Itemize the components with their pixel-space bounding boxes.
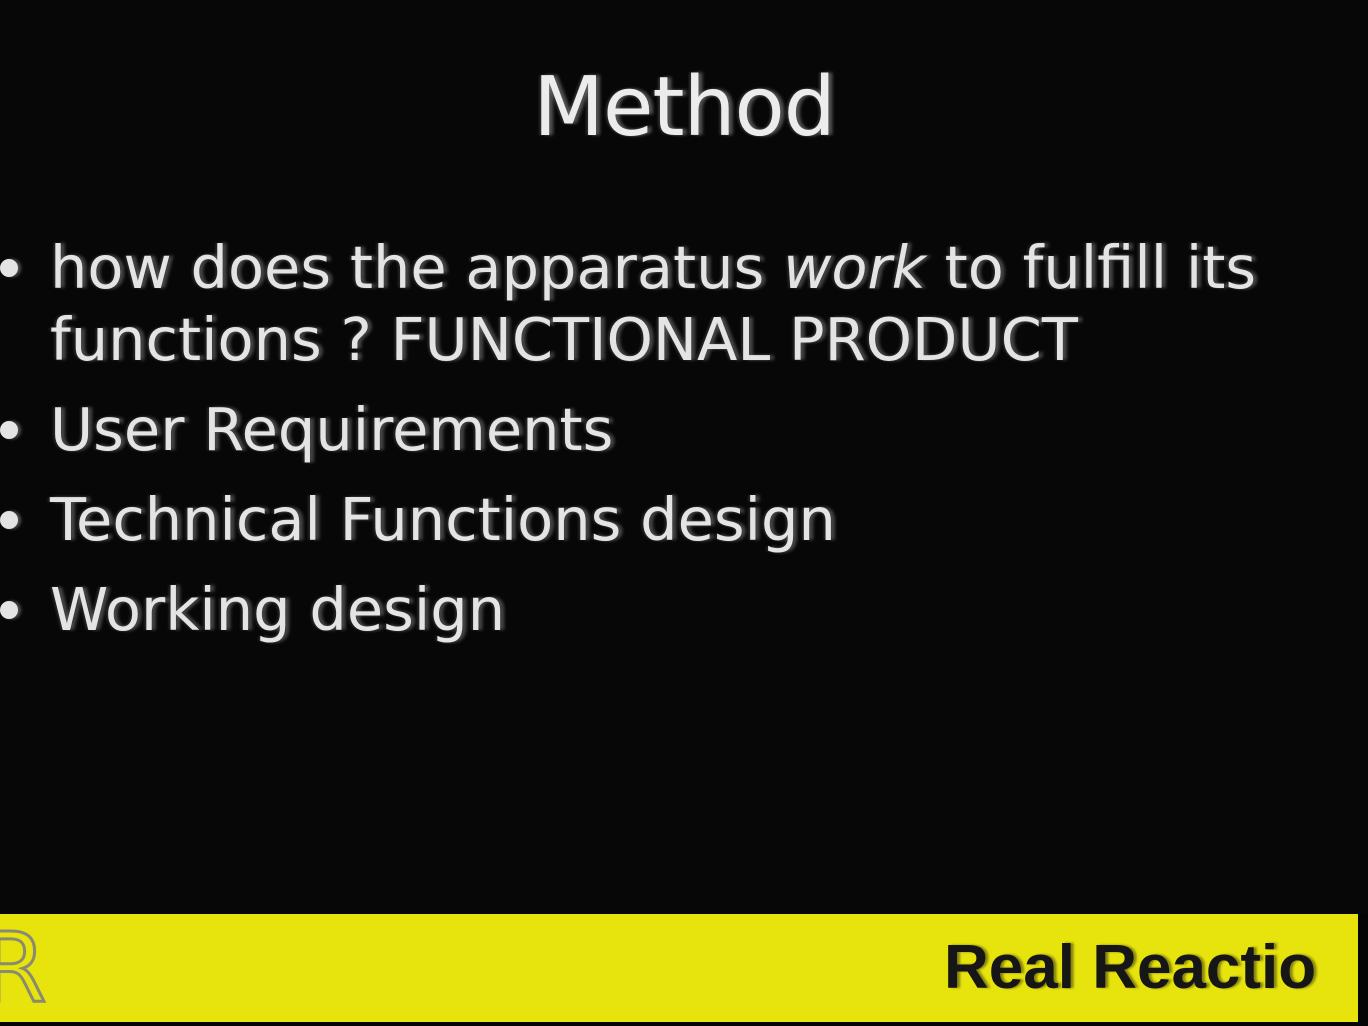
bullet-text: Technical Functions design (50, 485, 836, 554)
bullet-text: Working design (50, 575, 506, 644)
footer-text: Real Reactio (944, 933, 1317, 1002)
bullet-dot-icon (0, 259, 18, 277)
bullet-item: User Requirements (0, 394, 1340, 466)
bullet-item: Technical Functions design (0, 484, 1340, 556)
bullet-dot-icon (0, 421, 18, 439)
footer-banner: R Real Reactio (0, 914, 1358, 1022)
footer-logo-letter: R (0, 914, 48, 1022)
bullet-text: User Requirements (50, 395, 614, 464)
bullet-item: Working design (0, 574, 1340, 646)
bullet-item: how does the apparatus work to fulfill i… (0, 232, 1340, 376)
slide-title: Method (533, 60, 836, 155)
bottom-edge (0, 1022, 1368, 1026)
bullet-dot-icon (0, 601, 18, 619)
slide: Method how does the apparatus work to fu… (0, 0, 1368, 1026)
right-edge (1358, 914, 1368, 1026)
bullet-list: how does the apparatus work to fulfill i… (0, 232, 1340, 664)
bullet-text-start: how does the apparatus (50, 233, 784, 302)
bullet-text-emphasis: work (783, 233, 926, 302)
bullet-dot-icon (0, 511, 18, 529)
